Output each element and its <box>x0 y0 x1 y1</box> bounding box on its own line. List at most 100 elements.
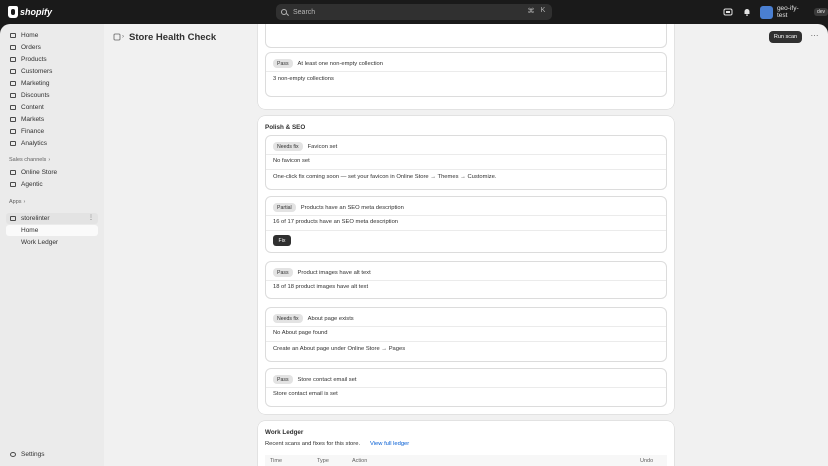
sidebar-item-label: Online Store <box>21 169 58 176</box>
section-title: Work Ledger <box>265 429 304 436</box>
sidebar-item-products[interactable]: Products <box>6 54 98 65</box>
check-header: Partial Products have an SEO meta descri… <box>273 203 404 212</box>
check-detail-text: Store contact email is set <box>273 391 338 397</box>
online-store-icon <box>10 170 16 175</box>
search-bar[interactable]: Search ⌘ K <box>276 4 552 20</box>
sidebar-item-finance[interactable]: Finance <box>6 126 98 137</box>
sidebar-item-home[interactable]: Home <box>6 30 98 41</box>
sidebar-subitem-home[interactable]: Home <box>6 225 98 236</box>
sales-channels-heading[interactable]: Sales channels › <box>9 157 50 163</box>
check-detail: 3 non-empty collections <box>273 76 334 82</box>
check-item-about-page: Needs fix About page exists No About pag… <box>265 307 667 362</box>
column-header-undo: Undo <box>640 458 654 464</box>
check-detail: No About page found <box>273 330 327 336</box>
sidebar-item-label: Marketing <box>21 80 50 87</box>
discounts-icon <box>10 93 16 98</box>
apps-heading[interactable]: Apps › <box>9 199 25 205</box>
divider <box>266 154 666 155</box>
chevron-right-icon: › <box>48 157 51 163</box>
sidebar-item-label: Orders <box>21 44 41 51</box>
more-vertical-icon[interactable]: ⋮ <box>88 214 94 221</box>
avatar <box>760 5 773 19</box>
sidebar-item-content[interactable]: Content <box>6 102 98 113</box>
check-detail-text: 18 of 18 product images have alt text <box>273 284 369 290</box>
more-horizontal-icon[interactable]: ··· <box>809 31 820 42</box>
check-detail: 18 of 18 product images have alt text <box>273 284 368 290</box>
polish-seo-card: Polish & SEO Needs fix Favicon set No fa… <box>258 116 674 414</box>
search-icon <box>281 9 287 15</box>
sidebar-item-marketing[interactable]: Marketing <box>6 78 98 89</box>
products-icon <box>10 57 16 62</box>
sidebar-item-label: Agentic <box>21 181 43 188</box>
status-badge: Needs fix <box>273 142 303 151</box>
page-title: Store Health Check <box>129 32 217 43</box>
check-header: Pass Store contact email set <box>273 375 357 384</box>
main-content: › Store Health Check Run scan ··· Pass A… <box>104 24 828 466</box>
fix-button[interactable]: Fix <box>273 235 291 246</box>
check-hint: Create an About page under Online Store … <box>273 346 405 352</box>
check-hint: One-click fix coming soon — set your fav… <box>273 174 496 180</box>
customers-icon <box>10 69 16 74</box>
check-detail-text: No About page found <box>273 330 328 336</box>
markets-icon <box>10 117 16 122</box>
column-header-type: Type <box>317 458 329 464</box>
shortcut-key: K <box>540 7 546 14</box>
store-switcher[interactable]: geo-ify-test dev <box>760 5 828 19</box>
sidebar-item-agentic[interactable]: Agentic <box>6 179 98 190</box>
divider <box>266 215 666 216</box>
home-icon <box>10 33 16 38</box>
app-icon[interactable] <box>113 33 121 41</box>
sidebar-item-orders[interactable]: Orders <box>6 42 98 53</box>
sidebar-item-customers[interactable]: Customers <box>6 66 98 77</box>
sidebar-item-label: Home <box>21 32 39 39</box>
check-item-previous <box>265 24 667 48</box>
view-full-ledger-link[interactable]: View full ledger <box>370 441 409 447</box>
status-badge: Pass <box>273 59 293 68</box>
check-header: Needs fix Favicon set <box>273 142 337 151</box>
check-detail: Store contact email is set <box>273 391 338 397</box>
ledger-table-header: Time Type Action Undo <box>265 455 667 466</box>
sidekick-icon[interactable] <box>723 7 733 17</box>
chevron-right-icon: › <box>23 199 26 205</box>
sidebar-item-online-store[interactable]: Online Store <box>6 167 98 178</box>
check-item-favicon: Needs fix Favicon set No favicon set One… <box>265 135 667 190</box>
sidebar: Home Orders Products Customers Marketing… <box>0 24 104 466</box>
sidebar-item-label: Analytics <box>21 140 48 147</box>
check-header: Needs fix About page exists <box>273 314 354 323</box>
status-badge: Needs fix <box>273 314 303 323</box>
sidebar-item-markets[interactable]: Markets <box>6 114 98 125</box>
sidebar-item-label: Markets <box>21 116 45 123</box>
shopify-bag-icon <box>8 6 18 18</box>
finance-icon <box>10 129 16 134</box>
sidebar-subitem-work-ledger[interactable]: Work Ledger <box>6 237 98 248</box>
sidebar-item-settings[interactable]: Settings <box>6 449 98 460</box>
check-title: About page exists <box>307 315 354 322</box>
bell-icon[interactable] <box>742 7 752 17</box>
search-placeholder: Search <box>293 8 316 16</box>
sidebar-item-discounts[interactable]: Discounts <box>6 90 98 101</box>
shopify-logo[interactable]: shopify <box>8 6 52 18</box>
sidebar-item-label: Content <box>21 104 44 111</box>
sidebar-item-label: Finance <box>21 128 45 135</box>
run-scan-button[interactable]: Run scan <box>769 31 802 43</box>
agentic-icon <box>10 182 16 187</box>
marketing-icon <box>10 81 16 86</box>
sidebar-item-label: Customers <box>21 68 53 75</box>
section-subtitle: Recent scans and fixes for this store. <box>265 441 360 447</box>
check-title: Products have an SEO meta description <box>300 204 404 211</box>
divider <box>266 326 666 327</box>
status-badge: Pass <box>273 268 293 277</box>
store-basics-card: Pass At least one non-empty collection 3… <box>258 24 674 109</box>
chevron-right-icon: › <box>122 34 124 40</box>
check-header: Pass Product images have alt text <box>273 268 371 277</box>
work-ledger-card: Work Ledger Recent scans and fixes for t… <box>258 421 674 466</box>
apps-label: Apps <box>9 199 22 205</box>
shortcut-mod: ⌘ <box>527 8 535 15</box>
sidebar-item-label: Home <box>21 227 39 234</box>
check-detail-text: No favicon set <box>273 158 310 164</box>
sidebar-item-storelinter[interactable]: storelinter ⋮ <box>6 213 98 224</box>
brand-name: shopify <box>20 7 53 17</box>
sidebar-item-analytics[interactable]: Analytics <box>6 138 98 149</box>
storelinter-app-icon <box>10 216 16 221</box>
column-header-action: Action <box>352 458 368 464</box>
